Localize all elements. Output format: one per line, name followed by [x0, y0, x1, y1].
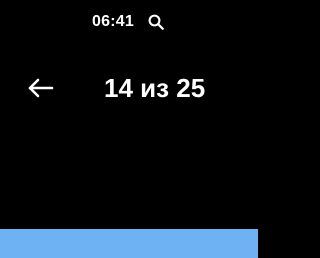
search-icon[interactable] — [146, 12, 166, 32]
arrow-left-icon — [25, 76, 55, 100]
page-title: 14 из 25 — [104, 73, 206, 103]
back-button[interactable] — [22, 72, 58, 104]
bottom-bar — [0, 229, 258, 258]
status-time: 06:41 — [92, 13, 134, 30]
header: 14 из 25 — [0, 64, 258, 112]
status-bar: 06:41 — [0, 0, 258, 44]
